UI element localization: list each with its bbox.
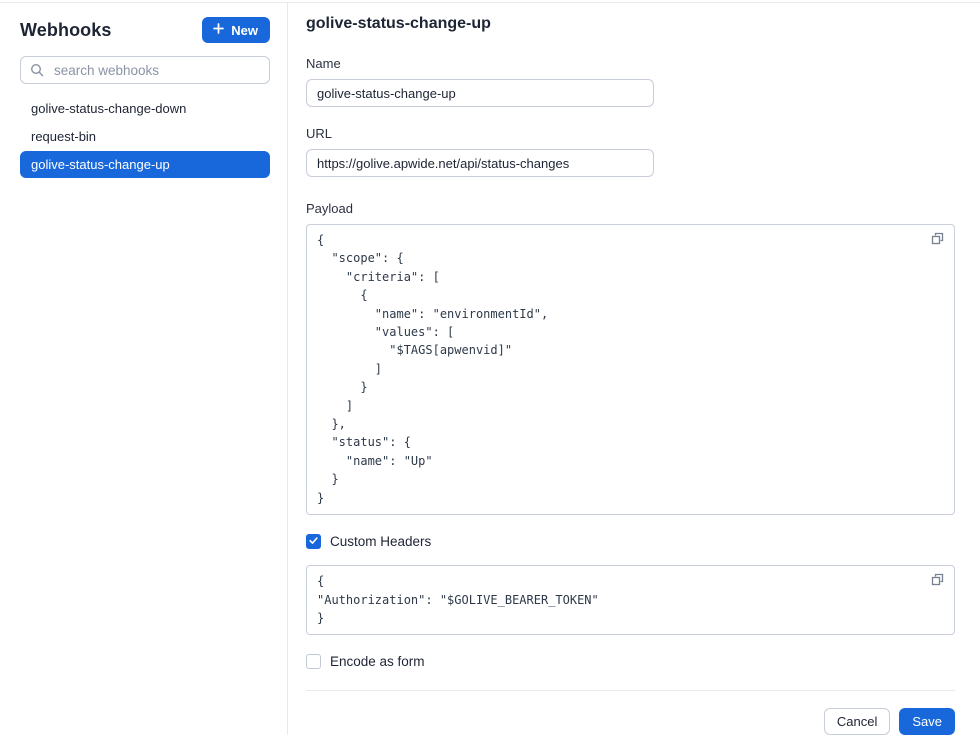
sidebar-header: Webhooks New (20, 17, 270, 43)
cancel-button[interactable]: Cancel (824, 708, 890, 735)
copy-icon (931, 574, 944, 589)
encode-as-form-label[interactable]: Encode as form (330, 654, 425, 669)
webhooks-page: Webhooks New golive-status-change-down r… (0, 3, 980, 735)
search-input[interactable] (20, 56, 270, 84)
check-icon (308, 534, 319, 549)
custom-headers-label[interactable]: Custom Headers (330, 534, 431, 549)
webhook-list-item[interactable]: golive-status-change-up (20, 151, 270, 178)
url-label: URL (306, 126, 955, 141)
plus-icon (212, 22, 225, 38)
custom-headers-checkbox[interactable] (306, 534, 321, 549)
payload-label: Payload (306, 201, 955, 216)
webhook-list-item[interactable]: golive-status-change-down (20, 95, 270, 122)
webhook-detail-panel: golive-status-change-up Name URL Payload… (288, 3, 980, 735)
new-webhook-button[interactable]: New (202, 17, 270, 43)
sidebar-title: Webhooks (20, 20, 111, 41)
name-input[interactable] (306, 79, 654, 107)
payload-code[interactable]: { "scope": { "criteria": [ { "name": "en… (317, 231, 920, 507)
new-webhook-label: New (231, 23, 258, 38)
encode-as-form-row: Encode as form (306, 654, 955, 669)
name-label: Name (306, 56, 955, 71)
webhooks-sidebar: Webhooks New golive-status-change-down r… (0, 3, 288, 735)
webhook-title: golive-status-change-up (306, 15, 955, 33)
spacer (306, 177, 955, 201)
spacer (306, 635, 955, 654)
webhook-list: golive-status-change-down request-bin go… (20, 95, 270, 178)
webhook-search (20, 56, 270, 84)
payload-editor[interactable]: { "scope": { "criteria": [ { "name": "en… (306, 224, 955, 515)
form-footer: Cancel Save (306, 690, 955, 735)
search-icon (30, 63, 44, 77)
spacer (306, 107, 955, 126)
spacer (306, 515, 955, 534)
copy-payload-button[interactable] (931, 232, 944, 245)
headers-editor[interactable]: { "Authorization": "$GOLIVE_BEARER_TOKEN… (306, 565, 955, 635)
copy-icon (931, 233, 944, 248)
save-button[interactable]: Save (899, 708, 955, 735)
headers-code[interactable]: { "Authorization": "$GOLIVE_BEARER_TOKEN… (317, 572, 920, 627)
url-input[interactable] (306, 149, 654, 177)
copy-headers-button[interactable] (931, 573, 944, 586)
webhook-list-item[interactable]: request-bin (20, 123, 270, 150)
custom-headers-row: Custom Headers (306, 534, 955, 549)
encode-as-form-checkbox[interactable] (306, 654, 321, 669)
